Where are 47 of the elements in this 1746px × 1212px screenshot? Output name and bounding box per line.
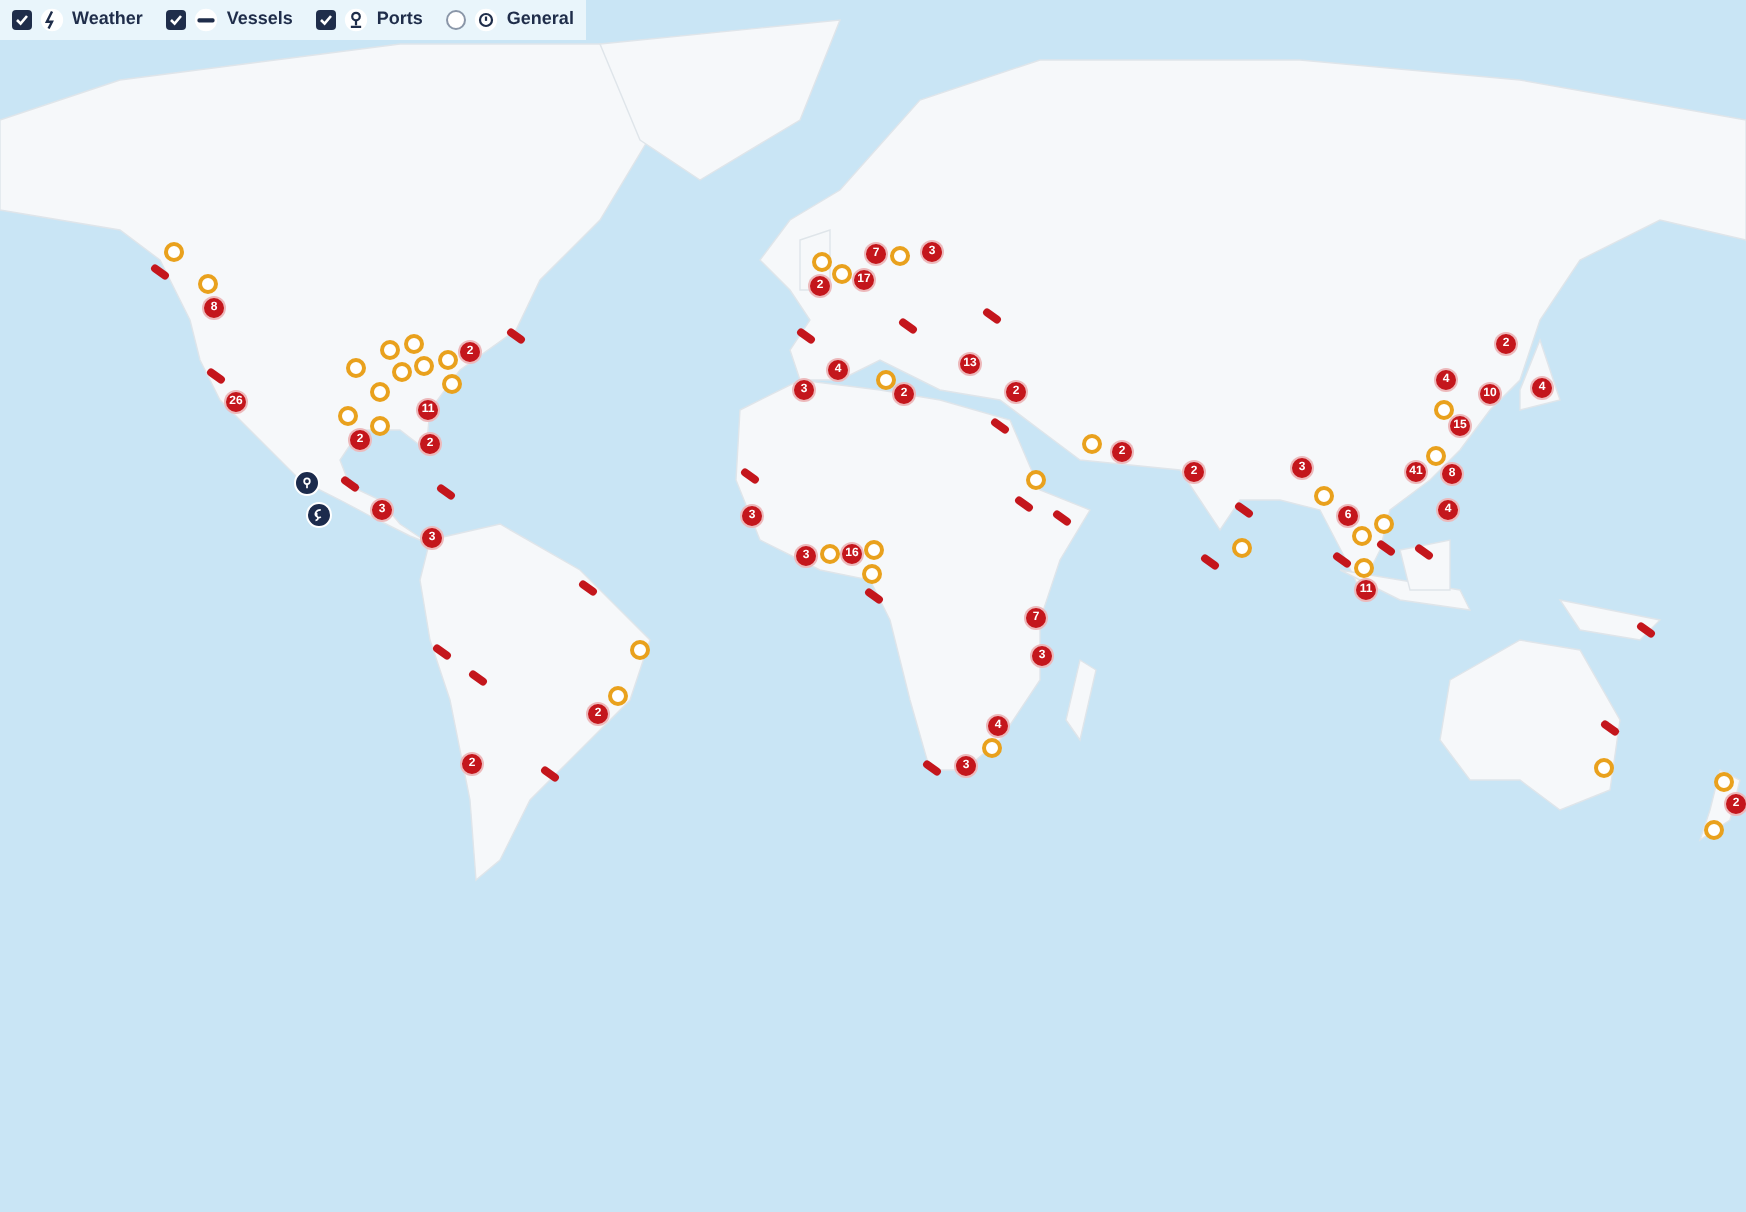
- filter-label[interactable]: Weather: [72, 6, 143, 34]
- vessel-marker[interactable]: [982, 306, 1002, 326]
- vessel-marker[interactable]: [340, 474, 360, 494]
- vessel-marker[interactable]: [1052, 508, 1072, 528]
- pin-icon: [344, 8, 369, 32]
- filter-label[interactable]: Ports: [376, 6, 423, 34]
- ring-marker[interactable]: [982, 738, 1002, 758]
- vessel-marker[interactable]: [864, 586, 884, 606]
- vessel-marker[interactable]: [1332, 550, 1352, 570]
- vessel-marker[interactable]: [740, 466, 760, 486]
- vessel-marker[interactable]: [578, 578, 598, 598]
- filter-checkbox[interactable]: [316, 10, 337, 30]
- vessel-marker[interactable]: [898, 316, 918, 336]
- ring-marker[interactable]: [876, 370, 896, 390]
- vessel-marker[interactable]: [796, 326, 816, 346]
- filter-label[interactable]: General: [506, 6, 574, 34]
- vessel-marker[interactable]: [1234, 500, 1254, 520]
- vessel-marker[interactable]: [206, 366, 226, 386]
- vessel-marker[interactable]: [150, 262, 170, 282]
- vessel-marker[interactable]: [1376, 538, 1396, 558]
- ring-marker[interactable]: [1026, 470, 1046, 490]
- ring-marker[interactable]: [1232, 538, 1252, 558]
- ring-marker[interactable]: [370, 416, 390, 436]
- ring-marker[interactable]: [1374, 514, 1394, 534]
- vessel-marker[interactable]: [1414, 542, 1434, 562]
- vessel-marker[interactable]: [1014, 494, 1034, 514]
- ring-marker[interactable]: [1714, 772, 1734, 792]
- vessel-marker[interactable]: [1636, 620, 1656, 640]
- vessel-marker[interactable]: [1600, 718, 1620, 738]
- vessel-marker[interactable]: [922, 758, 942, 778]
- lightning-icon: [40, 8, 64, 32]
- ring-marker[interactable]: [1704, 820, 1724, 840]
- info-icon: [474, 8, 499, 32]
- vessel-marker[interactable]: [990, 416, 1010, 436]
- vessel-marker[interactable]: [468, 668, 488, 688]
- filter-checkbox[interactable]: [12, 10, 32, 30]
- filter-checkbox[interactable]: [446, 10, 467, 30]
- vessel-marker[interactable]: [1200, 552, 1220, 572]
- vessel-marker[interactable]: [432, 642, 452, 662]
- ring-marker[interactable]: [442, 374, 462, 394]
- filter-checkbox[interactable]: [166, 10, 187, 30]
- storm-marker-icon[interactable]: [305, 501, 331, 527]
- vessel-marker[interactable]: [506, 326, 526, 346]
- bar-icon: [194, 8, 219, 32]
- vessel-marker[interactable]: [540, 764, 560, 784]
- vessel-marker[interactable]: [436, 482, 456, 502]
- filter-label[interactable]: Vessels: [226, 6, 293, 34]
